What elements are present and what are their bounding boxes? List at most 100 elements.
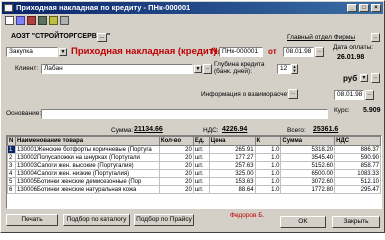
- cell-sum[interactable]: 5152.60: [280, 161, 336, 170]
- cell-n[interactable]: 5: [7, 177, 16, 186]
- col-header-n[interactable]: N: [7, 136, 16, 146]
- cell-unit[interactable]: шт.: [192, 169, 210, 178]
- table-row[interactable]: 6 130006Ботинки женские натуральная кожа…: [7, 185, 381, 194]
- currency-select-button[interactable]: ...: [371, 73, 380, 83]
- table-row[interactable]: 1 130001Женские ботфорты коричневые (Пор…: [7, 145, 381, 154]
- cell-vat[interactable]: 295.47: [334, 185, 381, 194]
- cell-n[interactable]: 1: [7, 145, 16, 154]
- cell-sum[interactable]: 5318.20: [280, 145, 336, 154]
- table-row[interactable]: 2 130002Полусапожки на шнурках (Португал…: [7, 153, 381, 162]
- doc-date-field[interactable]: 08.01.98: [283, 47, 314, 57]
- cell-price[interactable]: 177.27: [208, 153, 256, 162]
- cell-name[interactable]: 130004Сапоги жен. низкие (Португалия): [14, 169, 160, 178]
- cell-name[interactable]: 130005Ботинки женские демисезонные (Пор: [14, 177, 160, 186]
- cell-unit[interactable]: шт.: [192, 177, 210, 186]
- close-button[interactable]: Закрыть: [332, 216, 380, 228]
- from-label: от: [268, 47, 277, 56]
- cell-price[interactable]: 325.00: [208, 169, 256, 178]
- rate-date-button[interactable]: ...: [365, 90, 374, 100]
- cell-vat[interactable]: 590.90: [334, 153, 381, 162]
- mark-icon[interactable]: [49, 16, 58, 25]
- rate-date-field[interactable]: 08.01.98: [334, 90, 364, 100]
- credit-depth-field[interactable]: 12: [277, 64, 291, 74]
- cell-n[interactable]: 3: [7, 161, 16, 170]
- cell-qty[interactable]: 20: [158, 145, 194, 154]
- basis-field[interactable]: [41, 109, 328, 119]
- cell-sum[interactable]: 3545.40: [280, 153, 336, 162]
- doc-type-dropdown-icon[interactable]: ▼: [59, 48, 67, 56]
- cell-sum[interactable]: 1772.80: [280, 185, 336, 194]
- cell-qty[interactable]: 20: [158, 169, 194, 178]
- doc-type-select[interactable]: Закупка: [6, 47, 58, 57]
- main-firm-button[interactable]: ...: [371, 33, 380, 42]
- cell-name[interactable]: 130001Женские ботфорты коричневые (Порту…: [14, 145, 160, 154]
- items-table: N Наименование товара Кол-во Ед. Цена К …: [7, 136, 381, 194]
- cell-qty[interactable]: 20: [158, 177, 194, 186]
- col-header-sum[interactable]: Сумма: [280, 136, 336, 146]
- cell-n[interactable]: 2: [7, 153, 16, 162]
- total-value: 25361.6: [313, 126, 339, 133]
- maximize-icon[interactable]: □: [359, 4, 369, 12]
- col-header-name[interactable]: Наименование товара: [14, 136, 160, 146]
- doc-date-button[interactable]: ...: [315, 47, 324, 57]
- cell-k[interactable]: 1.0: [254, 145, 282, 154]
- cell-unit[interactable]: шт.: [192, 153, 210, 162]
- cell-vat[interactable]: 512.10: [334, 177, 381, 186]
- cell-unit[interactable]: шт.: [192, 145, 210, 154]
- cell-n[interactable]: 4: [7, 169, 16, 178]
- col-header-qty[interactable]: Кол-во: [158, 136, 194, 146]
- cell-n[interactable]: 6: [7, 185, 16, 194]
- cell-name[interactable]: 130006Ботинки женские натуральная кожа: [14, 185, 160, 194]
- cell-qty[interactable]: 20: [158, 185, 194, 194]
- delete-icon[interactable]: [27, 16, 36, 25]
- client-dropdown-icon[interactable]: ▼: [194, 65, 202, 73]
- cell-unit[interactable]: шт.: [192, 185, 210, 194]
- minimize-icon[interactable]: _: [347, 4, 357, 12]
- cell-qty[interactable]: 20: [158, 161, 194, 170]
- print-button[interactable]: Печать: [6, 214, 58, 226]
- cell-qty[interactable]: 20: [158, 153, 194, 162]
- cell-price[interactable]: 88.64: [208, 185, 256, 194]
- copy-icon[interactable]: [16, 16, 25, 25]
- credit-depth-value: 12: [280, 65, 288, 72]
- settlement-info-button[interactable]: ...: [288, 89, 298, 99]
- col-header-k[interactable]: К: [254, 136, 282, 146]
- cell-price[interactable]: 257.63: [208, 161, 256, 170]
- main-firm-link[interactable]: Главный отдел Фирмы: [287, 34, 355, 41]
- cell-sum[interactable]: 3072.60: [280, 177, 336, 186]
- close-icon[interactable]: ×: [371, 4, 381, 12]
- ok-button[interactable]: OK: [280, 216, 326, 228]
- cell-k[interactable]: 1.0: [254, 177, 282, 186]
- doc-date-value: 08.01.98: [286, 48, 312, 55]
- print-icon[interactable]: [38, 16, 47, 25]
- col-header-unit[interactable]: Ед.: [192, 136, 210, 146]
- table-row[interactable]: 3 130003Сапоги жен. высокие (Португалия)…: [7, 161, 381, 170]
- credit-depth-spinner-icon[interactable]: ▲ ▼: [291, 64, 298, 74]
- currency-dropdown-icon[interactable]: ▼: [360, 74, 368, 82]
- select-by-catalog-button[interactable]: Подбор по каталогу: [63, 214, 130, 226]
- cell-price[interactable]: 265.91: [208, 145, 256, 154]
- client-select-button[interactable]: ...: [203, 64, 212, 74]
- cell-sum[interactable]: 6500.00: [280, 169, 336, 178]
- settings-icon[interactable]: [60, 16, 69, 25]
- new-doc-icon[interactable]: [5, 16, 14, 25]
- cell-vat[interactable]: 1083.33: [334, 169, 381, 178]
- doc-number-field[interactable]: ПНк-000001: [219, 47, 263, 57]
- cell-name[interactable]: 130003Сапоги жен. высокие (Португалия): [14, 161, 160, 170]
- cell-k[interactable]: 1.0: [254, 161, 282, 170]
- col-header-price[interactable]: Цена: [208, 136, 256, 146]
- cell-price[interactable]: 153.63: [208, 177, 256, 186]
- cell-k[interactable]: 1.0: [254, 153, 282, 162]
- cell-k[interactable]: 1.0: [254, 169, 282, 178]
- cell-k[interactable]: 1.0: [254, 185, 282, 194]
- select-by-price-button[interactable]: Подбор по Прайсу: [134, 214, 194, 226]
- cell-vat[interactable]: 886.37: [334, 145, 381, 154]
- cell-vat[interactable]: 858.77: [334, 161, 381, 170]
- client-field[interactable]: Лабан: [41, 64, 193, 74]
- col-header-vat[interactable]: НДС: [334, 136, 381, 146]
- cell-unit[interactable]: шт.: [192, 161, 210, 170]
- company-select-button[interactable]: ...: [97, 33, 107, 42]
- cell-name[interactable]: 130002Полусапожки на шнурках (Португали: [14, 153, 160, 162]
- table-row[interactable]: 5 130005Ботинки женские демисезонные (По…: [7, 177, 381, 186]
- table-row[interactable]: 4 130004Сапоги жен. низкие (Португалия) …: [7, 169, 381, 178]
